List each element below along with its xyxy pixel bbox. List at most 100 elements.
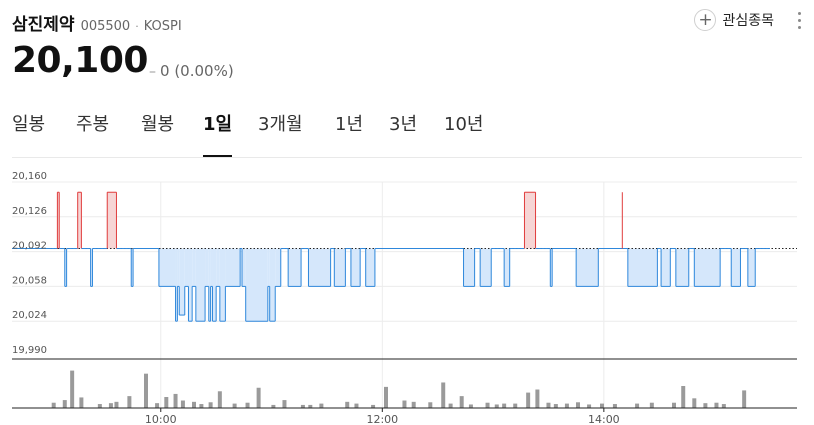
price-area-down <box>288 248 302 287</box>
volume-bar <box>546 402 551 408</box>
plus-icon: + <box>694 9 717 31</box>
volume-bar <box>192 401 196 408</box>
price-area-up <box>524 192 536 249</box>
price-area-down <box>350 248 361 287</box>
price-area-down <box>269 248 276 322</box>
period-tabs: 일봉 주봉 월봉 1일 3개월 1년 3년 10년 <box>12 112 802 158</box>
price-area-down <box>179 248 185 316</box>
flat-indicator-icon: – <box>149 64 156 80</box>
price-area-series <box>57 192 756 322</box>
price-area-down <box>188 248 193 322</box>
tab-3-months[interactable]: 3개월 <box>258 112 303 156</box>
price-area-down <box>195 248 206 322</box>
price-area-down <box>463 248 475 287</box>
volume-bar <box>199 404 204 408</box>
price-area-down <box>267 248 270 287</box>
y-tick-label: 20,160 <box>12 171 47 182</box>
volume-bar <box>553 404 558 408</box>
y-tick-label: 20,092 <box>12 241 47 252</box>
price-area-down <box>158 248 176 287</box>
price-area-up <box>107 192 117 249</box>
y-axis-labels: 20,160 20,126 20,092 20,058 20,024 19,990 <box>12 171 47 356</box>
x-axis-labels: 10:00 12:00 14:00 <box>145 408 620 425</box>
price-area-down <box>275 248 281 287</box>
volume-bar <box>144 373 148 408</box>
tab-weekly-candle[interactable]: 주봉 <box>76 112 109 156</box>
price-area-down <box>747 248 756 287</box>
volume-bar <box>97 404 102 408</box>
change-percent: (0.00%) <box>174 62 234 80</box>
volume-bar <box>576 402 580 408</box>
volume-bar <box>714 402 719 408</box>
price-area-down <box>210 248 213 287</box>
add-favorite-button[interactable]: + 관심종목 <box>694 9 774 31</box>
price-area-down <box>504 248 510 287</box>
tab-monthly-candle[interactable]: 월봉 <box>141 112 174 156</box>
volume-bar <box>494 404 499 408</box>
volume-bar <box>354 403 359 408</box>
volume-bars <box>12 370 797 409</box>
price-area-down <box>205 248 209 287</box>
market-label: KOSPI <box>143 19 182 34</box>
price-area-down <box>661 248 671 287</box>
volume-bar <box>535 389 540 408</box>
volume-bar <box>319 403 324 408</box>
price-area-down <box>480 248 492 287</box>
intraday-price-chart[interactable]: 20,160 20,126 20,092 20,058 20,024 19,990 10:… <box>0 170 814 425</box>
price-area-down <box>694 248 721 287</box>
volume-bar <box>459 396 464 408</box>
volume-bar <box>441 382 446 408</box>
volume-bar <box>127 396 132 408</box>
stock-name: 삼진제약 <box>12 15 75 35</box>
volume-bar <box>173 393 178 408</box>
tab-daily-candle[interactable]: 일봉 <box>12 112 45 156</box>
volume-bar <box>256 387 261 408</box>
stock-header: 삼진제약 005500 · KOSPI <box>12 10 182 35</box>
volume-bar <box>232 403 237 408</box>
volume-bar <box>564 403 569 408</box>
more-options-icon[interactable] <box>796 12 802 32</box>
volume-bar <box>384 386 388 408</box>
volume-bar <box>681 386 686 408</box>
volume-bar <box>649 402 654 408</box>
price-area-down <box>365 248 375 287</box>
volume-bar <box>672 402 676 408</box>
tab-3-years[interactable]: 3년 <box>389 112 417 156</box>
tab-10-years[interactable]: 10년 <box>444 112 483 156</box>
price-area-down <box>308 248 331 287</box>
volume-bar <box>468 404 473 408</box>
volume-bar <box>282 400 287 408</box>
tab-1-day[interactable]: 1일 <box>203 112 233 157</box>
volume-bar <box>612 404 617 408</box>
y-tick-label: 19,990 <box>12 345 47 356</box>
price-area-down <box>225 248 241 287</box>
price-area-down <box>576 248 599 287</box>
favorite-label: 관심종목 <box>722 13 774 29</box>
volume-bar <box>587 404 592 408</box>
tabs-divider <box>12 157 802 158</box>
separator-dot: · <box>135 20 139 33</box>
y-tick-label: 20,058 <box>12 275 47 286</box>
x-tick-label: 14:00 <box>588 413 620 425</box>
volume-bar <box>79 397 84 408</box>
volume-bar <box>114 401 119 408</box>
volume-bar <box>155 403 160 408</box>
tab-1-year[interactable]: 1년 <box>335 112 363 156</box>
stock-code: 005500 <box>80 19 131 34</box>
price-area-down <box>334 248 346 287</box>
price-area-down <box>177 248 180 287</box>
volume-bar <box>526 392 531 408</box>
volume-bar <box>502 403 507 408</box>
volume-bar <box>742 390 747 408</box>
y-tick-label: 20,126 <box>12 206 47 217</box>
price-change: –0 (0.00%) <box>149 62 234 80</box>
volume-bar <box>513 403 518 408</box>
volume-bar <box>692 398 697 408</box>
volume-bar <box>635 403 640 408</box>
volume-bar <box>62 400 67 408</box>
volume-bar <box>180 400 185 408</box>
volume-bar <box>245 402 250 408</box>
current-price: 20,100 <box>12 40 148 81</box>
price-area-down <box>212 248 217 322</box>
price-area-down <box>192 248 196 287</box>
